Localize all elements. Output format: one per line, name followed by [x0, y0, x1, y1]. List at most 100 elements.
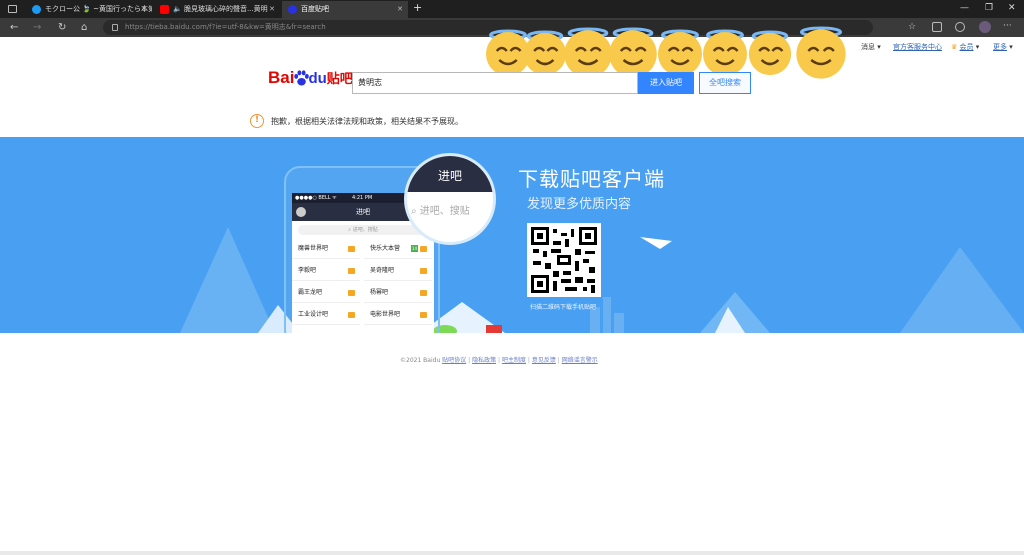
forum-item: 快乐大本营 14 [364, 239, 432, 259]
forum-name: 吴奇隆吧 [370, 267, 395, 274]
menu-icon[interactable]: ··· [1003, 21, 1012, 31]
collections-icon[interactable] [932, 22, 942, 32]
qr-caption: 扫描二维码下载手机贴吧 [530, 304, 597, 311]
halo-smiley-icon [609, 27, 657, 78]
forum-name: 杨幂吧 [370, 289, 389, 296]
app-download-banner: ●●●●○ BELL ᯤ 4:21 PM 进吧 ⌕ 进吧、搜贴 魔兽世界吧 快乐… [0, 137, 1024, 333]
forum-name: 电影世界吧 [370, 311, 401, 318]
halo-smiley-icon [486, 29, 530, 76]
status-carrier: ●●●●○ BELL ᯤ [295, 195, 337, 201]
footer-separator: | [527, 357, 530, 364]
forum-item: 杨幂吧 [364, 283, 432, 303]
tab-tieba[interactable]: 百度贴吧 ✕ [282, 1, 408, 18]
halo-smiley-icon [748, 30, 792, 76]
baidu-paw-icon [294, 70, 309, 86]
bottom-edge [0, 551, 1024, 555]
forum-name: 工业设计吧 [298, 311, 329, 318]
halo-smiley-icon [564, 27, 612, 78]
forum-name: 霸王龙吧 [298, 289, 323, 296]
badge-icon [420, 290, 427, 296]
footer-link-moderator-rules[interactable]: 吧主制度 [502, 357, 526, 364]
close-icon[interactable]: ✕ [141, 1, 147, 18]
logo-tieba: 贴吧 [326, 72, 353, 87]
footer-copyright: ©2021 Baidu [400, 357, 441, 364]
footer-link-agreement[interactable]: 贴吧协议 [442, 357, 466, 364]
forum-item: 电影世界吧 [364, 305, 432, 325]
twitter-icon [32, 4, 41, 14]
forum-level: 14 [410, 245, 418, 252]
nav-more[interactable]: 更多 ▾ [993, 42, 1013, 52]
baidu-tieba-logo[interactable]: Bai du贴吧 [268, 68, 353, 94]
search-icon: ⌕ [411, 206, 417, 217]
forward-icon[interactable]: → [33, 21, 41, 34]
tab-title: 脆見玻璃心碎的聲音...黄明 [183, 5, 268, 13]
footer-link-privacy[interactable]: 隐私政策 [472, 357, 496, 364]
footer-separator: | [498, 357, 501, 364]
footer-separator: | [468, 357, 471, 364]
warning-icon: ! [250, 114, 264, 128]
history-icon[interactable] [955, 22, 965, 32]
nav-service-label: 官方客服务中心 [893, 43, 942, 51]
search-all-button[interactable]: 全吧搜索 [699, 72, 751, 94]
close-icon[interactable]: ✕ [397, 1, 403, 18]
halo-smiley-icon [523, 30, 567, 76]
phone-search-placeholder: 进吧、搜贴 [352, 227, 378, 233]
nav-more-label: 更多 [993, 43, 1007, 51]
halo-smiley-icon [796, 26, 846, 79]
url-text: https://tieba.baidu.com/f?ie=utf-8&kw=黄明… [125, 23, 326, 31]
halo-smiley-icon [703, 29, 747, 76]
banner-headline: 下载贴吧客户端 [518, 167, 665, 191]
restricted-notice: 抱歉，根据相关法律法规和政策，相关结果不予展现。 [271, 117, 463, 126]
footer-link-rumor-warning[interactable]: 网络谣言警示 [562, 357, 598, 364]
badge-icon [348, 312, 355, 318]
nav-messages-label: 消息 [861, 43, 875, 51]
forum-item: 工业设计吧 [292, 305, 360, 325]
vip-icon: ♛ [951, 43, 958, 51]
footer-separator: | [557, 357, 560, 364]
badge-icon [420, 268, 427, 274]
tab-actions-icon[interactable] [8, 5, 17, 13]
forum-item: 魔兽世界吧 [292, 239, 360, 259]
footer-link-feedback[interactable]: 意见反馈 [532, 357, 556, 364]
phone-header-title: 进吧 [356, 208, 370, 216]
maximize-button[interactable]: ❐ [985, 3, 993, 13]
back-icon[interactable]: ← [10, 21, 18, 34]
forum-item: 吴奇隆吧 [364, 261, 432, 281]
tab-twitter[interactable]: モクロー公 🍃 ~黄国行ったら本気に ✕ [26, 1, 152, 18]
tab-title: 百度贴吧 [301, 5, 329, 13]
logo-bai: Bai [268, 68, 295, 87]
halo-smiley-icon [658, 29, 702, 76]
logo-du: du [308, 70, 327, 87]
nav-messages[interactable]: 消息 ▾ [861, 42, 881, 52]
lock-icon [112, 24, 118, 31]
badge-icon [420, 312, 427, 318]
banner-subline: 发现更多优质内容 [527, 197, 632, 212]
tieba-icon [288, 4, 297, 14]
search-icon: ⌕ [348, 227, 352, 233]
forum-item: 李毅吧 [292, 261, 360, 281]
nav-vip[interactable]: ♛ 会员 ▾ [951, 42, 979, 52]
qr-code [527, 223, 601, 297]
minimize-button[interactable]: — [960, 3, 969, 13]
refresh-icon[interactable]: ↻ [58, 21, 66, 34]
badge-icon [348, 246, 355, 252]
nav-service-center[interactable]: 官方客服务中心 [893, 42, 942, 52]
speaker-icon[interactable]: 🔈 [173, 5, 182, 13]
home-icon[interactable]: ⌂ [81, 21, 87, 34]
new-tab-button[interactable]: + [413, 1, 422, 14]
magnifier-bubble: 进吧 ⌕ 进吧、搜贴 [404, 153, 496, 245]
nav-vip-label: 会员 [959, 43, 974, 51]
enter-forum-button[interactable]: 进入贴吧 [638, 72, 694, 94]
forum-name: 魔兽世界吧 [298, 245, 329, 252]
qr-code-image [531, 227, 597, 293]
forum-name: 李毅吧 [298, 267, 317, 274]
footer: ©2021 Baidu 贴吧协议 | 隐私政策 | 吧主制度 | 意见反馈 | … [400, 355, 598, 364]
close-icon[interactable]: ✕ [269, 1, 275, 18]
favorites-icon[interactable]: ☆ [908, 22, 918, 32]
magnifier-search-text: 进吧、搜贴 [419, 206, 470, 217]
profile-avatar[interactable] [979, 21, 991, 33]
youtube-icon [160, 4, 169, 14]
close-window-button[interactable]: ✕ [1008, 3, 1016, 13]
tab-youtube[interactable]: 🔈 脆見玻璃心碎的聲音...黄明 ✕ [154, 1, 280, 18]
search-input[interactable]: 黄明志 [352, 72, 638, 94]
